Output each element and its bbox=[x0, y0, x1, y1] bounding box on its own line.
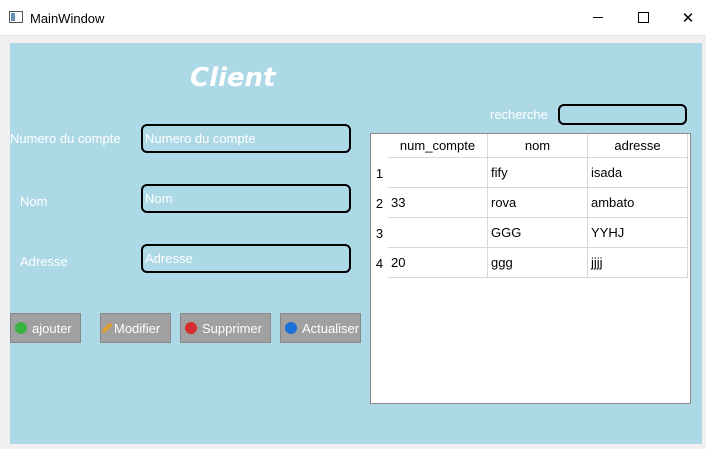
pencil-icon bbox=[101, 322, 113, 334]
address-input[interactable]: Adresse bbox=[141, 244, 351, 273]
table-cell[interactable]: isada bbox=[588, 158, 688, 188]
delete-button-label: Supprimer bbox=[202, 320, 262, 336]
table-cell[interactable] bbox=[388, 218, 488, 248]
name-input[interactable]: Nom bbox=[141, 184, 351, 213]
search-label: recherche bbox=[490, 107, 548, 122]
row-header[interactable]: 4 bbox=[371, 248, 388, 278]
row-header[interactable]: 1 bbox=[371, 158, 388, 188]
delete-icon bbox=[185, 322, 197, 334]
close-button[interactable]: ✕ bbox=[665, 0, 706, 35]
minimize-button[interactable] bbox=[575, 0, 621, 35]
title-bar: MainWindow ✕ bbox=[0, 0, 706, 36]
modify-button[interactable]: Modifier bbox=[100, 313, 171, 343]
account-number-input[interactable]: Numero du compte bbox=[141, 124, 351, 153]
table-cell[interactable]: GGG bbox=[488, 218, 588, 248]
name-label: Nom bbox=[20, 194, 48, 209]
address-label: Adresse bbox=[20, 254, 68, 269]
add-button[interactable]: ajouter bbox=[10, 313, 81, 343]
row-header[interactable]: 3 bbox=[371, 218, 388, 248]
table-cell[interactable]: fify bbox=[488, 158, 588, 188]
minimize-icon bbox=[593, 17, 603, 18]
column-header-num-compte[interactable]: num_compte bbox=[388, 134, 488, 158]
row-header[interactable]: 2 bbox=[371, 188, 388, 218]
app-window-icon bbox=[9, 11, 23, 23]
account-number-placeholder: Numero du compte bbox=[145, 131, 256, 146]
table-cell[interactable]: YYHJ bbox=[588, 218, 688, 248]
refresh-button[interactable]: Actualiser bbox=[280, 313, 361, 343]
window-title: MainWindow bbox=[30, 11, 105, 26]
table-cell[interactable]: 33 bbox=[388, 188, 488, 218]
close-icon: ✕ bbox=[681, 9, 695, 27]
table-cell[interactable]: ggg bbox=[488, 248, 588, 278]
modify-button-label: Modifier bbox=[114, 320, 161, 336]
table-corner bbox=[371, 134, 388, 158]
table-cell[interactable] bbox=[388, 158, 488, 188]
column-header-adresse[interactable]: adresse bbox=[588, 134, 688, 158]
search-input[interactable] bbox=[558, 104, 687, 125]
delete-button[interactable]: Supprimer bbox=[180, 313, 271, 343]
table-cell[interactable]: 20 bbox=[388, 248, 488, 278]
column-header-nom[interactable]: nom bbox=[488, 134, 588, 158]
address-placeholder: Adresse bbox=[145, 251, 193, 266]
maximize-icon bbox=[637, 12, 649, 23]
table-cell[interactable]: rova bbox=[488, 188, 588, 218]
client-table[interactable]: num_compte nom adresse 1 fify isada 2 33… bbox=[370, 133, 691, 404]
refresh-button-label: Actualiser bbox=[302, 320, 360, 336]
table-cell[interactable]: jjjj bbox=[588, 248, 688, 278]
page-title: Client bbox=[190, 63, 276, 93]
maximize-button[interactable] bbox=[620, 0, 666, 35]
add-icon bbox=[15, 322, 27, 334]
main-panel: Client Numero du compte Numero du compte… bbox=[10, 43, 702, 444]
table-cell[interactable]: ambato bbox=[588, 188, 688, 218]
name-placeholder: Nom bbox=[145, 191, 173, 206]
add-button-label: ajouter bbox=[32, 320, 72, 336]
refresh-icon bbox=[285, 322, 297, 334]
account-number-label: Numero du compte bbox=[10, 131, 121, 146]
